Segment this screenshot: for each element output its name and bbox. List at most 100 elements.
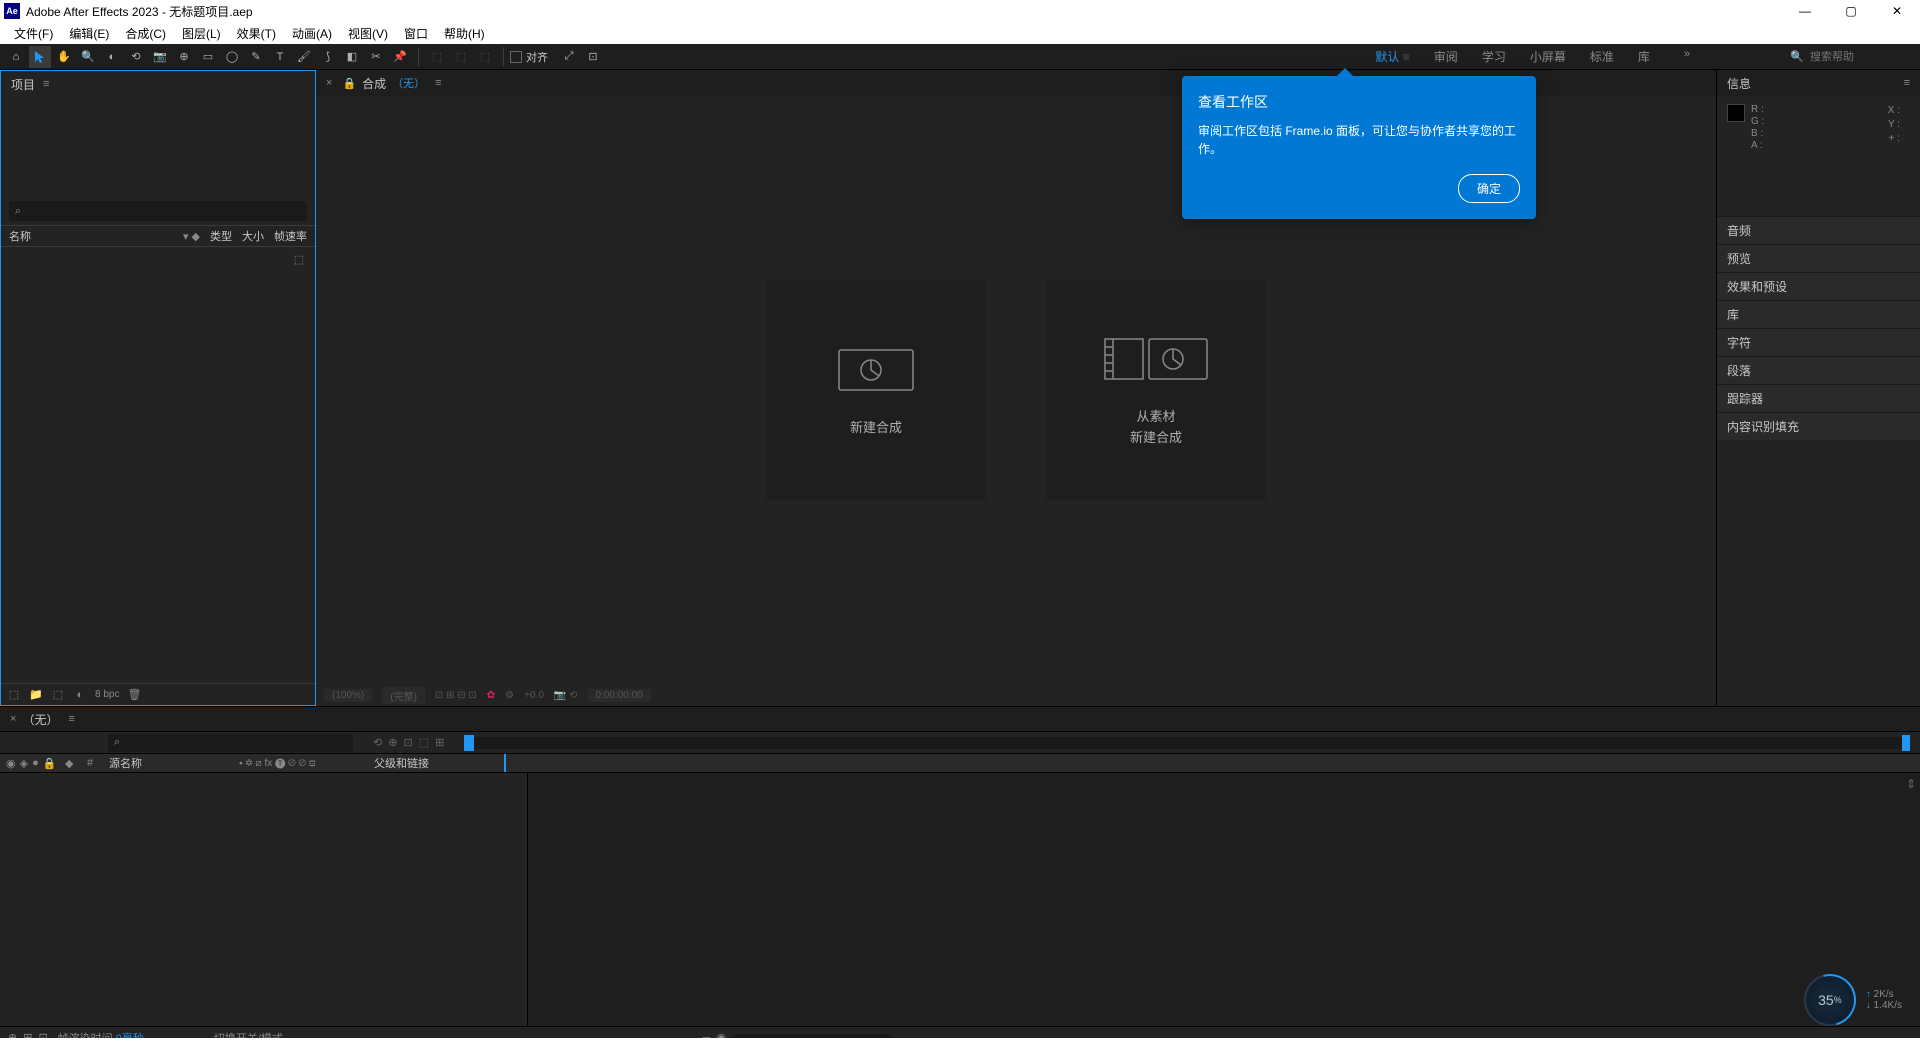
workspace-learn[interactable]: 学习	[1482, 48, 1506, 65]
rotate-tool[interactable]: ⟲	[125, 46, 147, 68]
timeline-scroll-icon[interactable]: ⇕	[1906, 777, 1916, 791]
menu-view[interactable]: 视图(V)	[340, 25, 396, 42]
pan-behind-tool[interactable]: ⊕	[173, 46, 195, 68]
col-type[interactable]: 类型	[210, 228, 232, 244]
extra-tool-1[interactable]: ⬚	[426, 46, 448, 68]
color-depth[interactable]: 8 bpc	[95, 689, 119, 700]
panel-effects[interactable]: 效果和预设	[1717, 272, 1920, 300]
close-button[interactable]: ✕	[1874, 0, 1920, 22]
workspace-libraries[interactable]: 库	[1638, 48, 1650, 65]
viewer-icon3[interactable]: ⚙	[505, 690, 514, 701]
col-name[interactable]: 名称	[9, 228, 173, 244]
col-parent[interactable]: 父级和链接	[374, 755, 504, 771]
menu-help[interactable]: 帮助(H)	[436, 25, 493, 42]
menu-window[interactable]: 窗口	[396, 25, 436, 42]
project-panel-menu[interactable]: ≡	[43, 78, 49, 90]
viewer-tab-close[interactable]: ×	[326, 77, 332, 89]
minimize-button[interactable]: —	[1782, 0, 1828, 22]
timeline-search[interactable]: ⌕	[108, 734, 353, 752]
work-area-end[interactable]	[1902, 735, 1910, 751]
workspace-more[interactable]: »	[1684, 48, 1690, 65]
help-search[interactable]: 🔍	[1790, 50, 1910, 63]
viewer-tab-menu[interactable]: ≡	[435, 77, 441, 89]
viewer-exposure[interactable]: +0.0	[524, 690, 544, 701]
viewer-resolution[interactable]: (完整)	[382, 687, 425, 704]
panel-tracker[interactable]: 跟踪器	[1717, 384, 1920, 412]
ellipse-tool[interactable]: ◯	[221, 46, 243, 68]
interpret-icon[interactable]: ⬚	[7, 688, 21, 702]
menu-animation[interactable]: 动画(A)	[284, 25, 340, 42]
timeline-tab-menu[interactable]: ≡	[68, 713, 74, 725]
timeline-graph[interactable]: ⇕	[527, 773, 1920, 1026]
timeline-panel: × （无） ≡ ⌕ ⟲ ⊕ ⊡ ⬚ ⊞ ◉◈●🔒 ◆ # 源名称 ⬩ ✲ ⧄	[0, 706, 1920, 1048]
clone-tool[interactable]: ⟆	[317, 46, 339, 68]
menu-layer[interactable]: 图层(L)	[174, 25, 229, 42]
snap-checkbox[interactable]	[510, 51, 522, 63]
extra-tool-3[interactable]: ⬚	[474, 46, 496, 68]
menu-edit[interactable]: 编辑(E)	[61, 25, 117, 42]
col-size[interactable]: 大小	[242, 228, 264, 244]
new-from-footage-card[interactable]: 从素材新建合成	[1046, 280, 1266, 500]
brush-tool[interactable]: 🖌	[293, 46, 315, 68]
col-tag[interactable]: ▾ ◆	[183, 230, 200, 243]
popup-ok-button[interactable]: 确定	[1458, 174, 1520, 203]
workspace-standard[interactable]: 标准	[1590, 48, 1614, 65]
new-composition-card[interactable]: 新建合成	[766, 280, 986, 500]
info-panel-menu[interactable]: ≡	[1904, 77, 1910, 89]
timeline-icon-1[interactable]: ⟲	[373, 736, 382, 749]
roto-tool[interactable]: ✂	[365, 46, 387, 68]
col-source-name[interactable]: 源名称	[109, 755, 239, 771]
timeline-icon-4[interactable]: ⬚	[419, 736, 429, 749]
snap-opt-2[interactable]: ⊡	[582, 46, 604, 68]
workspace-default[interactable]: 默认 ≡	[1375, 48, 1409, 65]
puppet-tool[interactable]: 📌	[389, 46, 411, 68]
orbit-tool[interactable]: ◐	[101, 46, 123, 68]
maximize-button[interactable]: ▢	[1828, 0, 1874, 22]
panel-content-aware[interactable]: 内容识别填充	[1717, 412, 1920, 440]
panel-preview[interactable]: 预览	[1717, 244, 1920, 272]
snap-toggle[interactable]: 对齐	[510, 49, 548, 65]
viewer-zoom[interactable]: (100%)	[324, 689, 372, 702]
timeline-ruler[interactable]	[464, 737, 1910, 749]
adjust-icon[interactable]: ◐	[73, 688, 87, 702]
menu-file[interactable]: 文件(F)	[6, 25, 61, 42]
timeline-icon-2[interactable]: ⊕	[388, 736, 397, 749]
project-search[interactable]: ⌕	[9, 201, 307, 221]
viewer-icon4[interactable]: 📷 ⟲	[554, 690, 578, 701]
workspace-review[interactable]: 审阅	[1434, 48, 1458, 65]
menu-composition[interactable]: 合成(C)	[117, 25, 174, 42]
home-tool[interactable]: ⌂	[5, 46, 27, 68]
panel-paragraph[interactable]: 段落	[1717, 356, 1920, 384]
timeline-tab-close[interactable]: ×	[10, 713, 16, 725]
camera-tool[interactable]: 📷	[149, 46, 171, 68]
project-body[interactable]: ⬚	[1, 247, 315, 683]
panel-character[interactable]: 字符	[1717, 328, 1920, 356]
help-search-input[interactable]	[1810, 51, 1910, 63]
panel-audio[interactable]: 音频	[1717, 216, 1920, 244]
timeline-layer-list[interactable]	[0, 773, 527, 1026]
menu-effect[interactable]: 效果(T)	[229, 25, 284, 42]
snap-opt-1[interactable]: ⤢	[558, 46, 580, 68]
hand-tool[interactable]: ✋	[53, 46, 75, 68]
extra-tool-2[interactable]: ⬚	[450, 46, 472, 68]
eraser-tool[interactable]: ◧	[341, 46, 363, 68]
col-fps[interactable]: 帧速率	[274, 228, 307, 244]
rect-tool[interactable]: ▭	[197, 46, 219, 68]
trash-icon[interactable]: 🗑	[127, 688, 141, 702]
viewer-time[interactable]: 0:00:00:00	[588, 689, 651, 702]
viewer-icon[interactable]: ⊡ ⊞ ⊟ ⊡	[435, 690, 477, 701]
folder-icon[interactable]: 📁	[29, 688, 43, 702]
timeline-icon-5[interactable]: ⊞	[435, 736, 444, 749]
timeline-icon-3[interactable]: ⊡	[403, 736, 412, 749]
workspace-small[interactable]: 小屏幕	[1530, 48, 1566, 65]
viewer-icon2[interactable]: ✿	[487, 690, 495, 701]
panel-libraries[interactable]: 库	[1717, 300, 1920, 328]
new-comp-icon[interactable]: ⬚	[51, 688, 65, 702]
flowchart-icon[interactable]: ⬚	[291, 251, 307, 267]
zoom-tool[interactable]: 🔍	[77, 46, 99, 68]
selection-tool[interactable]	[29, 46, 51, 68]
playhead[interactable]	[464, 735, 474, 751]
type-tool[interactable]: T	[269, 46, 291, 68]
pen-tool[interactable]: ✎	[245, 46, 267, 68]
viewer-lock-icon[interactable]: 🔒	[342, 77, 356, 90]
